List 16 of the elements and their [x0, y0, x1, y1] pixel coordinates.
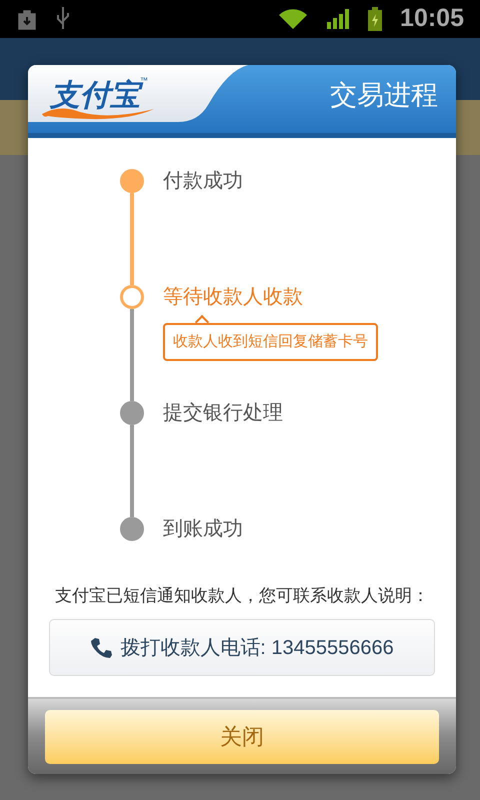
- download-icon: [16, 8, 38, 30]
- info-message: 支付宝已短信通知收款人，您可联系收款人说明：: [55, 585, 429, 607]
- step-label: 提交银行处理: [163, 401, 283, 425]
- signal-icon: [326, 8, 350, 30]
- step-label: 等待收款人收款: [163, 285, 303, 309]
- step-note: 收款人收到短信回复储蓄卡号: [163, 323, 378, 361]
- wifi-icon: [278, 8, 308, 30]
- usb-icon: [56, 6, 70, 32]
- call-button[interactable]: 拨打收款人电话: 13455556666: [49, 619, 435, 676]
- dialog-title: 交易进程: [330, 78, 438, 112]
- battery-icon: [368, 7, 382, 31]
- step-label: 付款成功: [163, 169, 243, 193]
- step-label: 到账成功: [163, 517, 243, 541]
- phone-icon: [90, 636, 114, 660]
- clock-time: 10:05: [400, 3, 464, 34]
- close-button[interactable]: 关闭: [45, 710, 439, 764]
